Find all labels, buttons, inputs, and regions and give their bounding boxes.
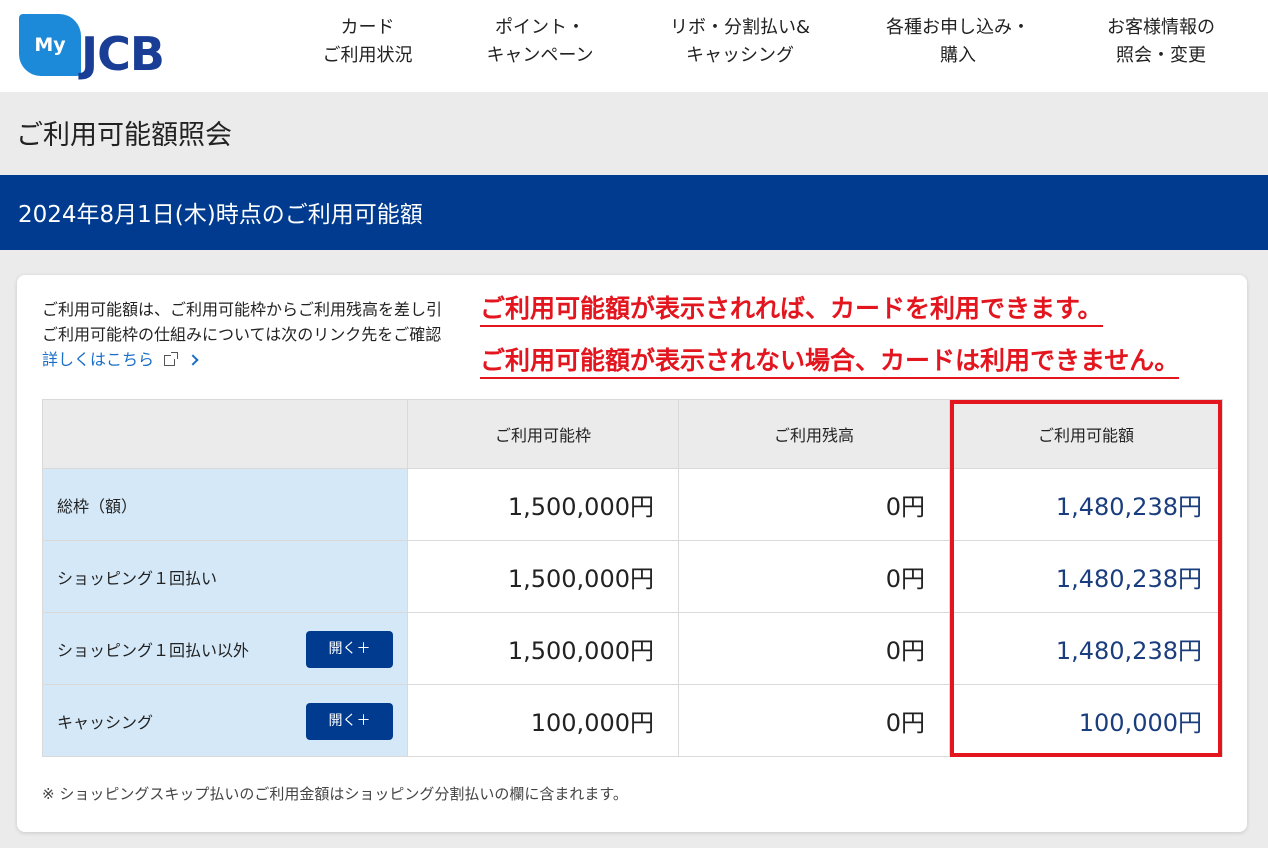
- nav-label-line2: 購入: [940, 45, 976, 66]
- nav-card-usage[interactable]: カード ご利用状況: [300, 14, 435, 74]
- nav-label-line2: 照会・変更: [1116, 45, 1206, 66]
- limit-value: 100,000円: [407, 684, 679, 757]
- limit-value: 1,500,000円: [407, 468, 679, 541]
- balance-value: 0円: [678, 468, 950, 541]
- logo-badge: My: [19, 14, 81, 76]
- row-label: ショッピング１回払い以外: [57, 640, 250, 660]
- balance-value: 0円: [678, 612, 950, 685]
- band-title: 2024年8月1日(木)時点のご利用可能額: [18, 202, 423, 228]
- limit-value: 1,500,000円: [407, 612, 679, 685]
- nav-label-line1: お客様情報の: [1107, 17, 1215, 38]
- chevron-right-icon: [187, 354, 199, 366]
- logo-text: JCB: [81, 27, 165, 81]
- details-link-label: 詳しくはこちら: [42, 350, 155, 369]
- annotation-not-usable: ご利用可能額が表示されない場合、カードは利用できません。: [480, 345, 1180, 379]
- description-line1: ご利用可能額は、ご利用可能枠からご利用残高を差し引: [42, 300, 443, 319]
- nav-revolving-cashing[interactable]: リボ・分割払い& キャッシング: [650, 14, 830, 74]
- row-label-cell: ショッピング１回払い以外 開く＋: [42, 612, 408, 685]
- balance-value: 0円: [678, 684, 950, 757]
- myjcb-logo[interactable]: My JCB: [19, 14, 219, 81]
- header-empty: [42, 399, 408, 469]
- details-link[interactable]: 詳しくはこちら: [42, 347, 199, 372]
- description: ご利用可能額は、ご利用可能枠からご利用残高を差し引 ご利用可能枠の仕組みについて…: [42, 297, 487, 347]
- available-amount-card: ご利用可能額は、ご利用可能枠からご利用残高を差し引 ご利用可能枠の仕組みについて…: [17, 275, 1247, 832]
- row-label: キャッシング: [57, 712, 154, 732]
- header-balance: ご利用残高: [678, 399, 950, 469]
- nav-customer-info[interactable]: お客様情報の 照会・変更: [1086, 14, 1236, 74]
- nav-label-line1: カード: [340, 17, 395, 38]
- highlight-box: [950, 400, 1222, 757]
- page-title: ご利用可能額照会: [16, 120, 232, 151]
- expand-button-cashing[interactable]: 開く＋: [306, 703, 393, 740]
- nav-label-line1: リボ・分割払い&: [669, 17, 811, 38]
- row-label-cell: キャッシング 開く＋: [42, 684, 408, 757]
- nav-label-line2: キャッシング: [686, 45, 794, 66]
- nav-label-line1: ポイント・: [495, 17, 585, 38]
- date-band: 2024年8月1日(木)時点のご利用可能額: [0, 175, 1268, 250]
- row-label: ショッピング１回払い: [42, 540, 408, 613]
- nav-points-campaign[interactable]: ポイント・ キャンペーン: [465, 14, 615, 74]
- external-window-icon: [164, 352, 179, 366]
- nav-label-line2: ご利用状況: [322, 45, 413, 66]
- limit-value: 1,500,000円: [407, 540, 679, 613]
- annotation-usable: ご利用可能額が表示されれば、カードを利用できます。: [480, 293, 1103, 327]
- nav-label-line2: キャンペーン: [486, 45, 594, 66]
- nav-label-line1: 各種お申し込み・: [886, 17, 1030, 38]
- balance-value: 0円: [678, 540, 950, 613]
- footnote: ※ ショッピングスキップ払いのご利用金額はショッピング分割払いの欄に含まれます。: [42, 785, 628, 803]
- expand-button-shopping-other[interactable]: 開く＋: [306, 631, 393, 668]
- row-label: 総枠（額）: [42, 468, 408, 541]
- header-credit-limit: ご利用可能枠: [407, 399, 679, 469]
- nav-applications[interactable]: 各種お申し込み・ 購入: [868, 14, 1048, 74]
- description-line2: ご利用可能枠の仕組みについては次のリンク先をご確認: [42, 325, 442, 344]
- site-header: My JCB カード ご利用状況 ポイント・ キャンペーン リボ・分割払い& キ…: [0, 0, 1268, 92]
